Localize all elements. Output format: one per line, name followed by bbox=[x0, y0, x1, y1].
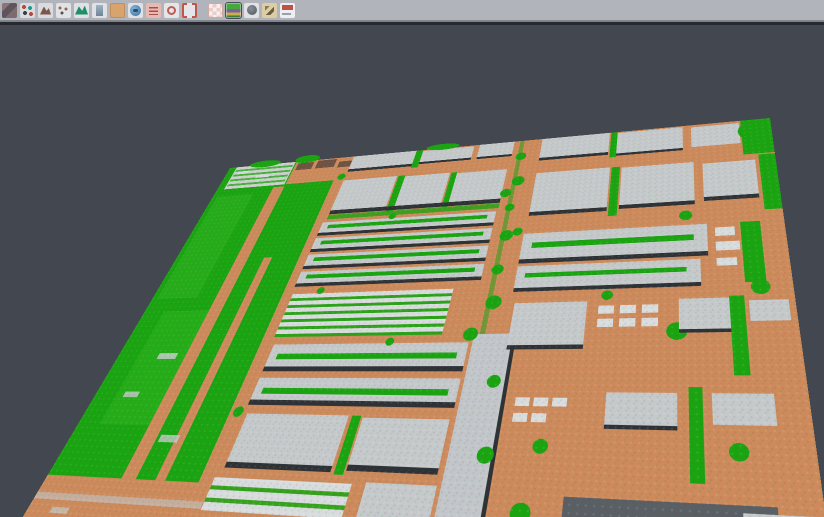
classification-colors-icon[interactable] bbox=[226, 3, 241, 18]
toolbar-edge bbox=[0, 21, 824, 25]
measure-tool-icon[interactable] bbox=[262, 3, 277, 18]
viewport-3d[interactable] bbox=[0, 25, 824, 517]
terrain-model-icon[interactable] bbox=[38, 3, 53, 18]
camera-view-icon[interactable] bbox=[244, 3, 259, 18]
point-cloud-icon[interactable] bbox=[56, 3, 71, 18]
zoom-extents-icon[interactable] bbox=[182, 3, 197, 18]
point-cloud-render bbox=[18, 118, 824, 517]
orthoimage-icon[interactable] bbox=[110, 3, 125, 18]
grid-tiles-icon[interactable] bbox=[208, 3, 223, 18]
section-view-icon[interactable] bbox=[280, 3, 295, 18]
globe-view-icon[interactable] bbox=[128, 3, 143, 18]
main-toolbar bbox=[0, 0, 824, 21]
point-cloud-scene bbox=[18, 118, 824, 517]
selection-tool-icon[interactable] bbox=[2, 3, 17, 18]
classified-points-icon[interactable] bbox=[20, 3, 35, 18]
layer-list-icon[interactable] bbox=[146, 3, 161, 18]
application-window: { "toolbar": { "icons": [ {"name": "sele… bbox=[0, 0, 824, 517]
vegetation-layer-icon[interactable] bbox=[74, 3, 89, 18]
building-layer-icon[interactable] bbox=[92, 3, 107, 18]
target-circle-icon[interactable] bbox=[164, 3, 179, 18]
